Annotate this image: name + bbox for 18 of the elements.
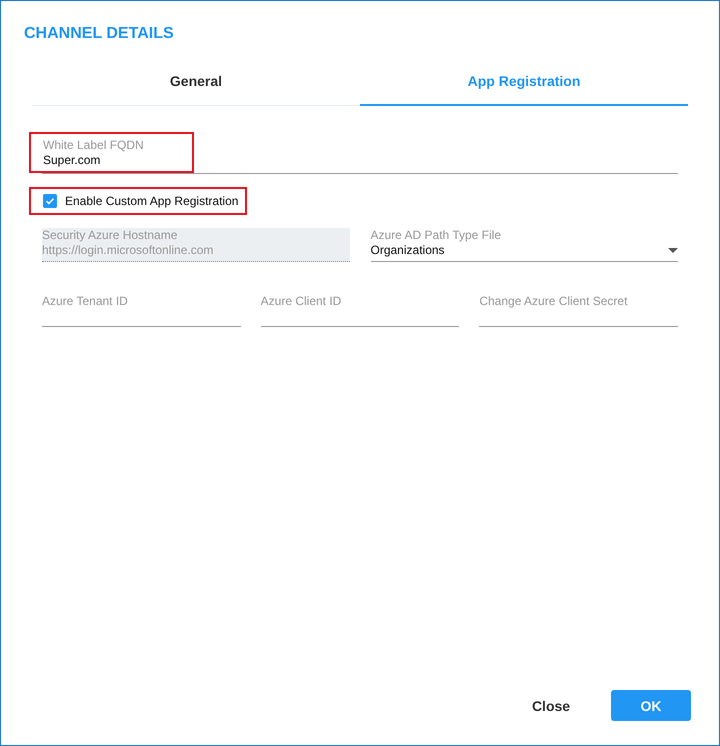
field-value: Organizations [370,242,445,258]
input-field[interactable]: Azure Tenant ID [42,290,241,327]
field-value: Super.com [43,152,102,168]
checkbox[interactable] [43,194,57,208]
tab[interactable]: App Registration [360,73,688,106]
input-field[interactable]: Change Azure Client Secret [479,290,678,327]
caret-icon [668,248,678,252]
path-type-dropdown[interactable]: Azure AD Path Type File Organizations [370,228,678,262]
dialog-title: CHANNEL DETAILS [23,24,175,43]
close-button[interactable]: Close [511,690,591,721]
field-value: https://login.microsoftonline.com [42,242,214,258]
input-field[interactable]: Azure Client ID [260,290,460,327]
checkbox-label: Enable Custom App Registration [65,194,238,208]
field-label: Security Azure Hostname [42,228,178,242]
field-label: White Label FQDN [43,138,144,152]
tab[interactable]: General [32,73,360,106]
ok-button[interactable]: OK [611,690,691,721]
field-label: Azure AD Path Type File [370,228,502,242]
